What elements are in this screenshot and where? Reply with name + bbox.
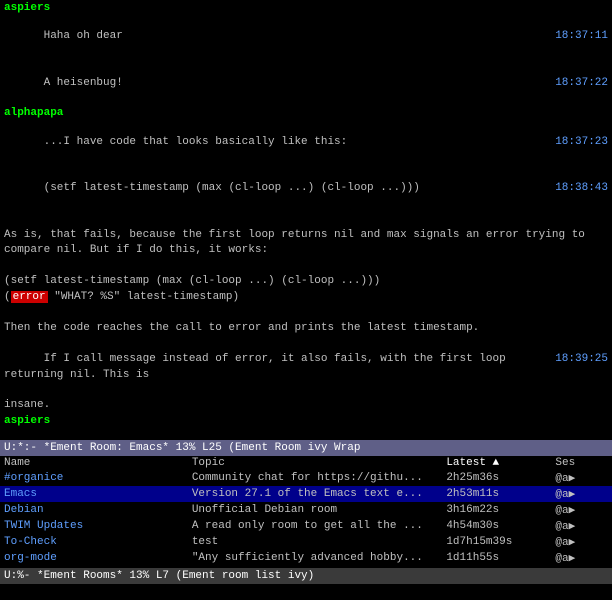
error-highlight: error bbox=[11, 291, 48, 303]
room-topic-cell: Unofficial Debian room bbox=[188, 502, 442, 518]
author-label: aspiers bbox=[4, 415, 50, 427]
room-latest-cell: 2h25m36s bbox=[442, 470, 551, 486]
room-name-link[interactable]: Debian bbox=[4, 504, 44, 516]
chat-block: aspiers 18:40:53That does seem insane 18… bbox=[4, 415, 608, 440]
room-name-cell[interactable]: TWIM Updates bbox=[0, 518, 188, 534]
room-name-link[interactable]: To-Check bbox=[4, 536, 57, 548]
col-header-session: Ses bbox=[551, 456, 612, 470]
timestamp: 18:38:43 bbox=[555, 181, 608, 196]
bottom-mode-line: U:%- *Ement Rooms* 13% L7 (Ement room li… bbox=[0, 568, 612, 584]
timestamp: 18:37:22 bbox=[555, 76, 608, 91]
timestamp: 18:37:11 bbox=[555, 29, 608, 44]
chat-block: aspiers 18:37:11Haha oh dear 18:37:22A h… bbox=[4, 2, 608, 106]
chat-line: 18:37:23...I have code that looks basica… bbox=[4, 119, 608, 165]
room-name-cell[interactable]: Emacs bbox=[0, 486, 188, 502]
room-name-cell[interactable]: To-Check bbox=[0, 534, 188, 550]
author-label: aspiers bbox=[4, 2, 50, 14]
room-table: Name Topic Latest ▲ Ses #organice Communi… bbox=[0, 456, 612, 568]
table-row[interactable]: org-mode "Any sufficiently advanced hobby… bbox=[0, 550, 612, 566]
chat-block: As is, that fails, because the first loo… bbox=[4, 213, 608, 305]
chat-line: (setf latest-timestamp (max (cl-loop ...… bbox=[4, 274, 608, 289]
chat-line bbox=[4, 306, 608, 321]
room-topic-cell: test bbox=[188, 534, 442, 550]
chat-line bbox=[4, 213, 608, 228]
room-topic-cell: Community chat for https://githu... bbox=[188, 470, 442, 486]
table-row[interactable]: TWIM Updates A read only room to get all … bbox=[0, 518, 612, 534]
room-name-cell[interactable]: Debian bbox=[0, 502, 188, 518]
room-topic-cell: Version 27.1 of the Emacs text e... bbox=[188, 486, 442, 502]
room-topic-cell: A read only room to get all the ... bbox=[188, 518, 442, 534]
room-topic-cell: "Any sufficiently advanced hobby... bbox=[188, 550, 442, 566]
timestamp: 18:37:23 bbox=[555, 135, 608, 150]
room-session-cell: @a▶ bbox=[551, 502, 612, 518]
col-header-topic: Topic bbox=[188, 456, 442, 470]
room-session-cell: @a▶ bbox=[551, 550, 612, 566]
chat-line: 18:38:43(setf latest-timestamp (max (cl-… bbox=[4, 166, 608, 212]
chat-line: 18:39:25If I call message instead of err… bbox=[4, 337, 608, 399]
room-list[interactable]: Name Topic Latest ▲ Ses #organice Communi… bbox=[0, 456, 612, 568]
room-latest-cell: 3h16m22s bbox=[442, 502, 551, 518]
chat-line: insane. bbox=[4, 398, 608, 413]
chat-line: As is, that fails, because the first loo… bbox=[4, 228, 608, 243]
chat-line bbox=[4, 259, 608, 274]
table-row[interactable]: #organice Community chat for https://gith… bbox=[0, 470, 612, 486]
room-name-cell[interactable]: org-mode bbox=[0, 550, 188, 566]
room-session-cell: @a▶ bbox=[551, 518, 612, 534]
room-latest-cell: 1d11h55s bbox=[442, 550, 551, 566]
room-name-link[interactable]: Emacs bbox=[4, 488, 37, 500]
chat-line: Then the code reaches the call to error … bbox=[4, 321, 608, 336]
col-header-name: Name bbox=[0, 456, 188, 470]
room-session-cell: @a▶ bbox=[551, 470, 612, 486]
room-latest-cell: 2h53m11s bbox=[442, 486, 551, 502]
chat-line: 18:37:22A heisenbug! bbox=[4, 60, 608, 106]
table-row[interactable]: Debian Unofficial Debian room3h16m22s@a▶ bbox=[0, 502, 612, 518]
timestamp: 18:39:25 bbox=[555, 352, 608, 367]
room-name-cell[interactable]: #organice bbox=[0, 470, 188, 486]
author-label: alphapapa bbox=[4, 107, 63, 119]
room-session-cell: @a▶ bbox=[551, 534, 612, 550]
room-session-cell: @a▶ bbox=[551, 486, 612, 502]
chat-line: compare nil. But if I do this, it works: bbox=[4, 243, 608, 258]
room-name-link[interactable]: org-mode bbox=[4, 552, 57, 564]
chat-block: Then the code reaches the call to error … bbox=[4, 306, 608, 414]
table-header: Name Topic Latest ▲ Ses bbox=[0, 456, 612, 470]
chat-block: alphapapa 18:37:23...I have code that lo… bbox=[4, 107, 608, 211]
room-table-body: #organice Community chat for https://gith… bbox=[0, 470, 612, 568]
chat-line: 18:40:53That does seem insane bbox=[4, 427, 608, 440]
col-header-latest: Latest ▲ bbox=[442, 456, 551, 470]
room-latest-cell: 1d7h15m39s bbox=[442, 534, 551, 550]
mode-line-text: U:*:- *Ement Room: Emacs* 13% L25 (Ement… bbox=[4, 442, 360, 454]
room-name-link[interactable]: #organice bbox=[4, 472, 63, 484]
room-name-link[interactable]: TWIM Updates bbox=[4, 520, 83, 532]
bottom-mode-line-text: U:%- *Ement Rooms* 13% L7 (Ement room li… bbox=[4, 570, 314, 582]
room-name-cell[interactable]: !xbfPHSTwPySgaIeJnz:ma... bbox=[0, 566, 188, 568]
latest-sort-label: Latest ▲ bbox=[446, 457, 499, 469]
table-row[interactable]: To-Check test1d7h15m39s@a▶ bbox=[0, 534, 612, 550]
room-latest-cell: 4h54m30s bbox=[442, 518, 551, 534]
chat-area: aspiers 18:37:11Haha oh dear 18:37:22A h… bbox=[0, 0, 612, 440]
chat-line: (error "WHAT? %S" latest-timestamp) bbox=[4, 290, 608, 305]
chat-line: 18:37:11Haha oh dear bbox=[4, 14, 608, 60]
top-mode-line: U:*:- *Ement Room: Emacs* 13% L25 (Ement… bbox=[0, 440, 612, 456]
table-row[interactable]: Emacs Version 27.1 of the Emacs text e...… bbox=[0, 486, 612, 502]
